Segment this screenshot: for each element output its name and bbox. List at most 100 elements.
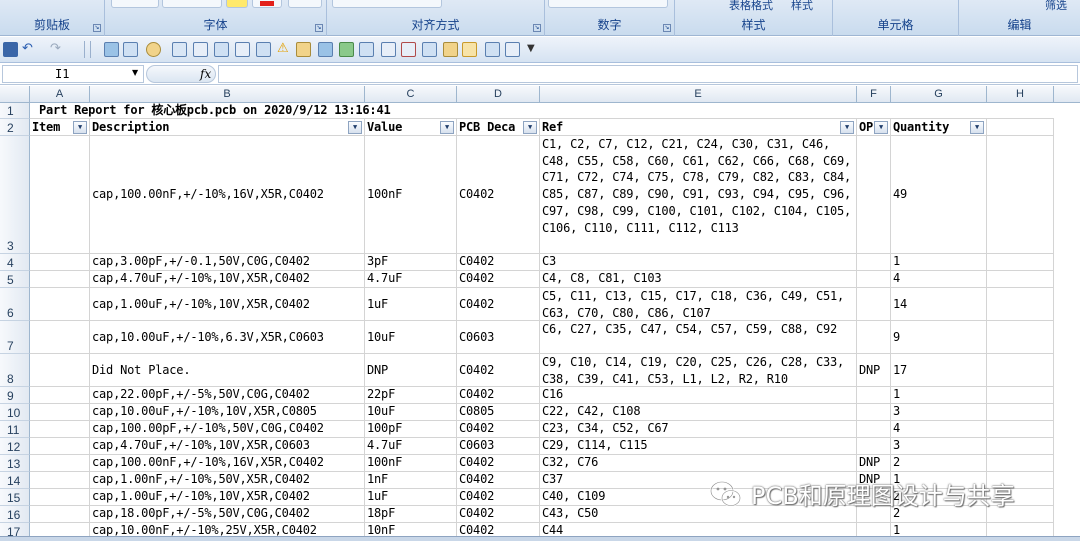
value-cell[interactable]: 18pF	[365, 506, 457, 523]
op-cell[interactable]	[857, 321, 891, 354]
empty-cell[interactable]	[987, 354, 1054, 387]
row-header[interactable]: 7	[0, 321, 30, 354]
search-icon[interactable]	[146, 42, 161, 57]
item-cell[interactable]	[30, 354, 90, 387]
pcb-decal-cell[interactable]: C0402	[457, 421, 540, 438]
value-cell[interactable]: 4.7uF	[365, 438, 457, 455]
empty-cell[interactable]	[987, 438, 1054, 455]
ref-cell[interactable]: C32, C76	[540, 455, 857, 472]
quantity-cell[interactable]: 3	[891, 438, 987, 455]
op-cell[interactable]: DNP	[857, 354, 891, 387]
column-title-ref[interactable]: Ref ▼	[540, 119, 857, 136]
cell-style-button[interactable]: 样式	[791, 0, 813, 13]
row-header[interactable]: 5	[0, 271, 30, 288]
ref-cell[interactable]: C5, C11, C13, C15, C17, C18, C36, C49, C…	[540, 288, 857, 321]
value-cell[interactable]: 1nF	[365, 472, 457, 489]
format-icon[interactable]	[172, 42, 187, 57]
empty-cell[interactable]	[987, 119, 1054, 136]
chevron-down-icon[interactable]: ▼	[132, 68, 138, 77]
column-title-description[interactable]: Description ▼	[90, 119, 365, 136]
column-header-h[interactable]: H	[987, 86, 1054, 103]
name-box[interactable]: I1	[2, 65, 144, 83]
empty-cell[interactable]	[987, 321, 1054, 354]
op-cell[interactable]	[857, 404, 891, 421]
pcb-decal-cell[interactable]: C0402	[457, 254, 540, 271]
description-cell[interactable]: cap,100.00pF,+/-10%,50V,C0G,C0402	[90, 421, 365, 438]
filter-dropdown-icon[interactable]: ▼	[440, 121, 454, 134]
column-title-quantity[interactable]: Quantity ▼	[891, 119, 987, 136]
ref-cell[interactable]: C3	[540, 254, 857, 271]
sheet-icon[interactable]	[485, 42, 500, 57]
empty-cell[interactable]	[987, 387, 1054, 404]
empty-cell[interactable]	[987, 254, 1054, 271]
pcb-decal-cell[interactable]: C0402	[457, 288, 540, 321]
value-cell[interactable]: 22pF	[365, 387, 457, 404]
value-cell[interactable]: 100nF	[365, 455, 457, 472]
filter-dropdown-icon[interactable]: ▼	[840, 121, 854, 134]
item-cell[interactable]	[30, 421, 90, 438]
filter-dropdown-icon[interactable]: ▼	[73, 121, 87, 134]
description-cell[interactable]: cap,22.00pF,+/-5%,50V,C0G,C0402	[90, 387, 365, 404]
empty-cell[interactable]	[987, 288, 1054, 321]
row-header[interactable]: 8	[0, 354, 30, 387]
description-cell[interactable]: cap,1.00nF,+/-10%,50V,X5R,C0402	[90, 472, 365, 489]
column-header-f[interactable]: F	[857, 86, 891, 103]
column-header-e[interactable]: E	[540, 86, 857, 103]
value-cell[interactable]: DNP	[365, 354, 457, 387]
row-header[interactable]: 1	[0, 103, 30, 119]
refresh-icon[interactable]	[339, 42, 354, 57]
warning-icon[interactable]: ⚠	[277, 42, 292, 57]
ref-cell[interactable]: C22, C42, C108	[540, 404, 857, 421]
pcb-decal-cell[interactable]: C0402	[457, 455, 540, 472]
sheet-tabs-bar[interactable]	[0, 536, 1080, 541]
description-cell[interactable]: cap,100.00nF,+/-10%,16V,X5R,C0402	[90, 455, 365, 472]
picture-icon[interactable]	[104, 42, 119, 57]
row-header[interactable]: 14	[0, 472, 30, 489]
column-header-a[interactable]: A	[30, 86, 90, 103]
ref-cell[interactable]: C16	[540, 387, 857, 404]
value-cell[interactable]: 10uF	[365, 321, 457, 354]
row-header[interactable]: 3	[0, 136, 30, 254]
filter-dropdown-icon[interactable]: ▼	[523, 121, 537, 134]
column-header-d[interactable]: D	[457, 86, 540, 103]
column-title-op[interactable]: OP ▼	[857, 119, 891, 136]
window-icon[interactable]	[359, 42, 374, 57]
undo-icon[interactable]: ↶	[22, 42, 37, 57]
tool-icon[interactable]	[318, 42, 333, 57]
empty-cell[interactable]	[987, 271, 1054, 288]
column-title-item[interactable]: Item ▼	[30, 119, 90, 136]
description-cell[interactable]: cap,18.00pF,+/-5%,50V,C0G,C0402	[90, 506, 365, 523]
column-header-b[interactable]: B	[90, 86, 365, 103]
item-cell[interactable]	[30, 288, 90, 321]
pcb-decal-cell[interactable]: C0603	[457, 438, 540, 455]
pcb-decal-cell[interactable]: C0402	[457, 472, 540, 489]
chart-icon[interactable]	[401, 42, 416, 57]
quantity-cell[interactable]: 4	[891, 421, 987, 438]
description-cell[interactable]: cap,4.70uF,+/-10%,10V,X5R,C0402	[90, 271, 365, 288]
quantity-cell[interactable]: 1	[891, 387, 987, 404]
row-header[interactable]: 2	[0, 119, 30, 136]
pcb-decal-cell[interactable]: C0402	[457, 387, 540, 404]
insert-function-button[interactable]: fx	[200, 67, 211, 81]
column-title-value[interactable]: Value ▼	[365, 119, 457, 136]
report-title[interactable]: Part Report for 核心板pcb.pcb on 2020/9/12 …	[30, 103, 1054, 119]
sheet-icon[interactable]	[193, 42, 208, 57]
op-cell[interactable]	[857, 421, 891, 438]
dialog-launcher-icon[interactable]: ↘	[315, 24, 323, 32]
op-cell[interactable]	[857, 387, 891, 404]
pcb-decal-cell[interactable]: C0603	[457, 321, 540, 354]
pcb-decal-cell[interactable]: C0402	[457, 489, 540, 506]
filter-dropdown-icon[interactable]: ▼	[970, 121, 984, 134]
sheet-icon[interactable]	[505, 42, 520, 57]
pcb-decal-cell[interactable]: C0805	[457, 404, 540, 421]
filter-dropdown-icon[interactable]: ▼	[348, 121, 362, 134]
sheet-icon[interactable]	[214, 42, 229, 57]
item-cell[interactable]	[30, 404, 90, 421]
op-cell[interactable]	[857, 271, 891, 288]
empty-cell[interactable]	[987, 421, 1054, 438]
tool-icon[interactable]	[443, 42, 458, 57]
value-cell[interactable]: 1uF	[365, 288, 457, 321]
column-header-g[interactable]: G	[891, 86, 987, 103]
item-cell[interactable]	[30, 438, 90, 455]
ref-cell[interactable]: C1, C2, C7, C12, C21, C24, C30, C31, C46…	[540, 136, 857, 254]
